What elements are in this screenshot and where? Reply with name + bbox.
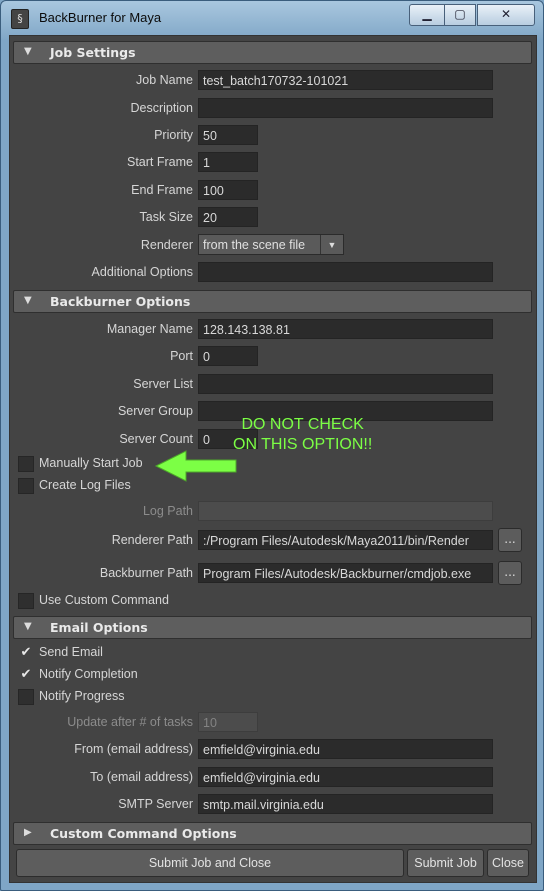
annotation-text: DO NOT CHECK ON THIS OPTION!! — [233, 415, 372, 455]
green-arrow-icon — [154, 450, 237, 482]
app-window: § BackBurner for Maya ▁ ▢ ✕ ▼ Job Settin… — [0, 0, 544, 891]
annotation-line-2: ON THIS OPTION!! — [233, 436, 373, 453]
annotation-line-1: DO NOT CHECK — [241, 416, 364, 433]
